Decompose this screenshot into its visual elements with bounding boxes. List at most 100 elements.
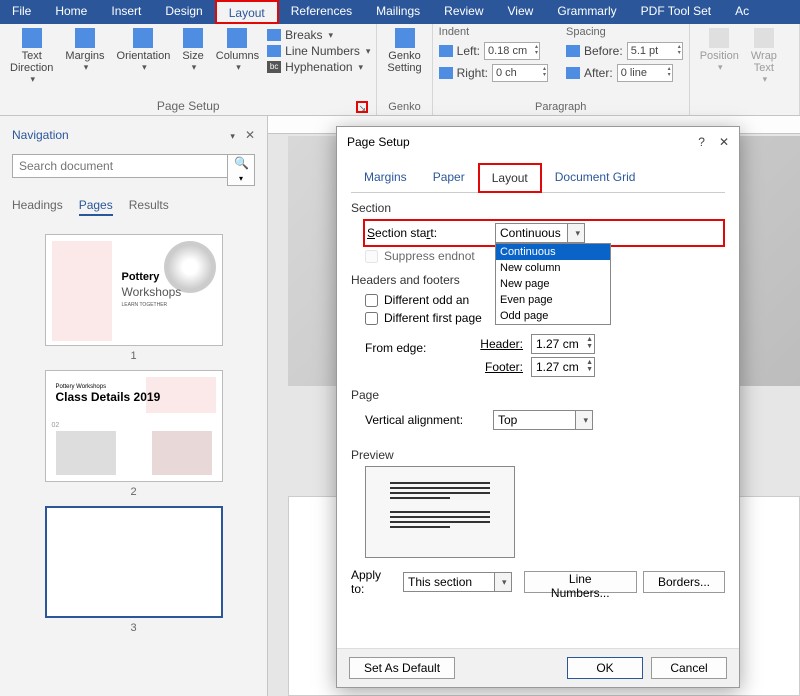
dialog-titlebar: Page Setup ? ✕ [337, 127, 739, 157]
nav-tab-results[interactable]: Results [129, 198, 169, 216]
tab-references[interactable]: References [279, 0, 364, 24]
dialog-close-button[interactable]: ✕ [719, 135, 729, 149]
line-numbers-icon [267, 45, 281, 57]
position-icon [709, 28, 729, 48]
preview-box [365, 466, 515, 558]
tab-pdf-tool-set[interactable]: PDF Tool Set [629, 0, 723, 24]
group-label-genko: Genko [383, 101, 425, 115]
section-start-select[interactable]: Continuous▾ Continuous New column New pa… [495, 223, 585, 243]
dd-new-page[interactable]: New page [496, 276, 610, 292]
section-start-label: Section start: [367, 226, 487, 240]
tab-mailings[interactable]: Mailings [364, 0, 432, 24]
preview-heading: Preview [351, 448, 725, 462]
from-edge-label: From edge: [351, 331, 479, 380]
nav-tab-pages[interactable]: Pages [79, 198, 113, 216]
indent-right-icon [439, 67, 453, 79]
vertical-alignment-select[interactable]: Top▾ [493, 410, 593, 430]
apply-to-label: Apply to: [351, 568, 397, 596]
vertical-alignment-label: Vertical alignment: [365, 413, 485, 427]
hyphenation-icon: bc [267, 61, 281, 73]
page-setup-dialog: Page Setup ? ✕ Margins Paper Layout Docu… [336, 126, 740, 688]
line-numbers-button[interactable]: Line Numbers [267, 44, 370, 58]
orientation-icon [133, 28, 153, 48]
nav-tab-headings[interactable]: Headings [12, 198, 63, 216]
breaks-icon [267, 29, 281, 41]
ok-button[interactable]: OK [567, 657, 643, 679]
page-thumbnail-1[interactable]: Pottery WorkshopsLEARN TOGETHER [45, 234, 223, 346]
text-direction-button[interactable]: Text Direction [6, 26, 57, 87]
space-before-spinner[interactable]: 5.1 pt [627, 42, 683, 60]
footer-spinner[interactable]: 1.27 cm▲▼ [531, 357, 595, 377]
tab-truncated[interactable]: Ac [723, 0, 761, 24]
indent-left-spinner[interactable]: 0.18 cm [484, 42, 540, 60]
dlg-tab-layout[interactable]: Layout [478, 163, 542, 193]
wrap-text-icon [754, 28, 774, 48]
tab-insert[interactable]: Insert [99, 0, 153, 24]
different-first-page-checkbox[interactable] [365, 312, 378, 325]
dlg-tab-paper[interactable]: Paper [420, 163, 478, 193]
space-after-icon [566, 67, 580, 79]
dd-even-page[interactable]: Even page [496, 292, 610, 308]
set-as-default-button[interactable]: Set As Default [349, 657, 455, 679]
nav-search: 🔍▾ [12, 154, 255, 186]
dd-continuous[interactable]: Continuous [496, 244, 610, 260]
line-numbers-dialog-button[interactable]: Line Numbers... [524, 571, 637, 593]
position-button[interactable]: Position [696, 26, 743, 75]
breaks-button[interactable]: Breaks [267, 28, 370, 42]
indent-left-icon [439, 45, 453, 57]
search-button[interactable]: 🔍▾ [227, 154, 255, 186]
margins-icon [75, 28, 95, 48]
tab-review[interactable]: Review [432, 0, 495, 24]
ribbon: Text Direction Margins Orientation Size … [0, 24, 800, 116]
dd-odd-page[interactable]: Odd page [496, 308, 610, 324]
space-after-spinner[interactable]: 0 line [617, 64, 673, 82]
columns-button[interactable]: Columns [212, 26, 263, 75]
search-input[interactable] [12, 154, 227, 178]
dlg-tab-margins[interactable]: Margins [351, 163, 420, 193]
dialog-help-button[interactable]: ? [698, 135, 705, 149]
suppress-endnotes-label: Suppress endnot [384, 249, 475, 263]
indent-right-spinner[interactable]: 0 ch [492, 64, 548, 82]
nav-tabs: Headings Pages Results [12, 198, 255, 216]
group-label-page-setup: Page Setup ↘ [6, 99, 370, 115]
different-first-page-label: Different first page [384, 311, 482, 325]
header-spinner[interactable]: 1.27 cm▲▼ [531, 334, 595, 354]
tab-layout[interactable]: Layout [215, 0, 279, 24]
different-odd-even-label: Different odd an [384, 293, 469, 307]
hyphenation-button[interactable]: bcHyphenation [267, 60, 370, 74]
suppress-endnotes-checkbox [365, 250, 378, 263]
nav-title: Navigation ✕ [12, 128, 255, 142]
page-thumbnail-3[interactable] [45, 506, 223, 618]
dlg-tab-document-grid[interactable]: Document Grid [542, 163, 649, 193]
wrap-text-button[interactable]: Wrap Text [747, 26, 781, 87]
nav-dropdown-icon[interactable] [228, 128, 235, 142]
section-heading: Section [351, 201, 725, 215]
orientation-button[interactable]: Orientation [113, 26, 175, 75]
page-number-1: 1 [12, 350, 255, 362]
tab-file[interactable]: File [0, 0, 43, 24]
group-label-paragraph: Paragraph [439, 101, 683, 115]
margins-button[interactable]: Margins [61, 26, 108, 75]
genko-setting-button[interactable]: Genko Setting [383, 26, 425, 76]
apply-to-select[interactable]: This section▾ [403, 572, 512, 592]
cancel-button[interactable]: Cancel [651, 657, 727, 679]
tab-home[interactable]: Home [43, 0, 99, 24]
dd-new-column[interactable]: New column [496, 260, 610, 276]
page-thumbnail-2[interactable]: Pottery WorkshopsClass Details 2019 02 [45, 370, 223, 482]
borders-dialog-button[interactable]: Borders... [643, 571, 725, 593]
spacing-label: Spacing [566, 26, 683, 38]
page-setup-launcher[interactable]: ↘ [356, 101, 368, 113]
tab-view[interactable]: View [496, 0, 546, 24]
tab-design[interactable]: Design [153, 0, 214, 24]
size-button[interactable]: Size [178, 26, 207, 75]
different-odd-even-checkbox[interactable] [365, 294, 378, 307]
tab-grammarly[interactable]: Grammarly [545, 0, 628, 24]
page-number-3: 3 [12, 622, 255, 634]
footer-label: Footer: [479, 360, 523, 374]
columns-icon [227, 28, 247, 48]
nav-close-button[interactable]: ✕ [245, 128, 255, 142]
size-icon [183, 28, 203, 48]
genko-icon [395, 28, 415, 48]
page-number-2: 2 [12, 486, 255, 498]
space-before-icon [566, 45, 580, 57]
